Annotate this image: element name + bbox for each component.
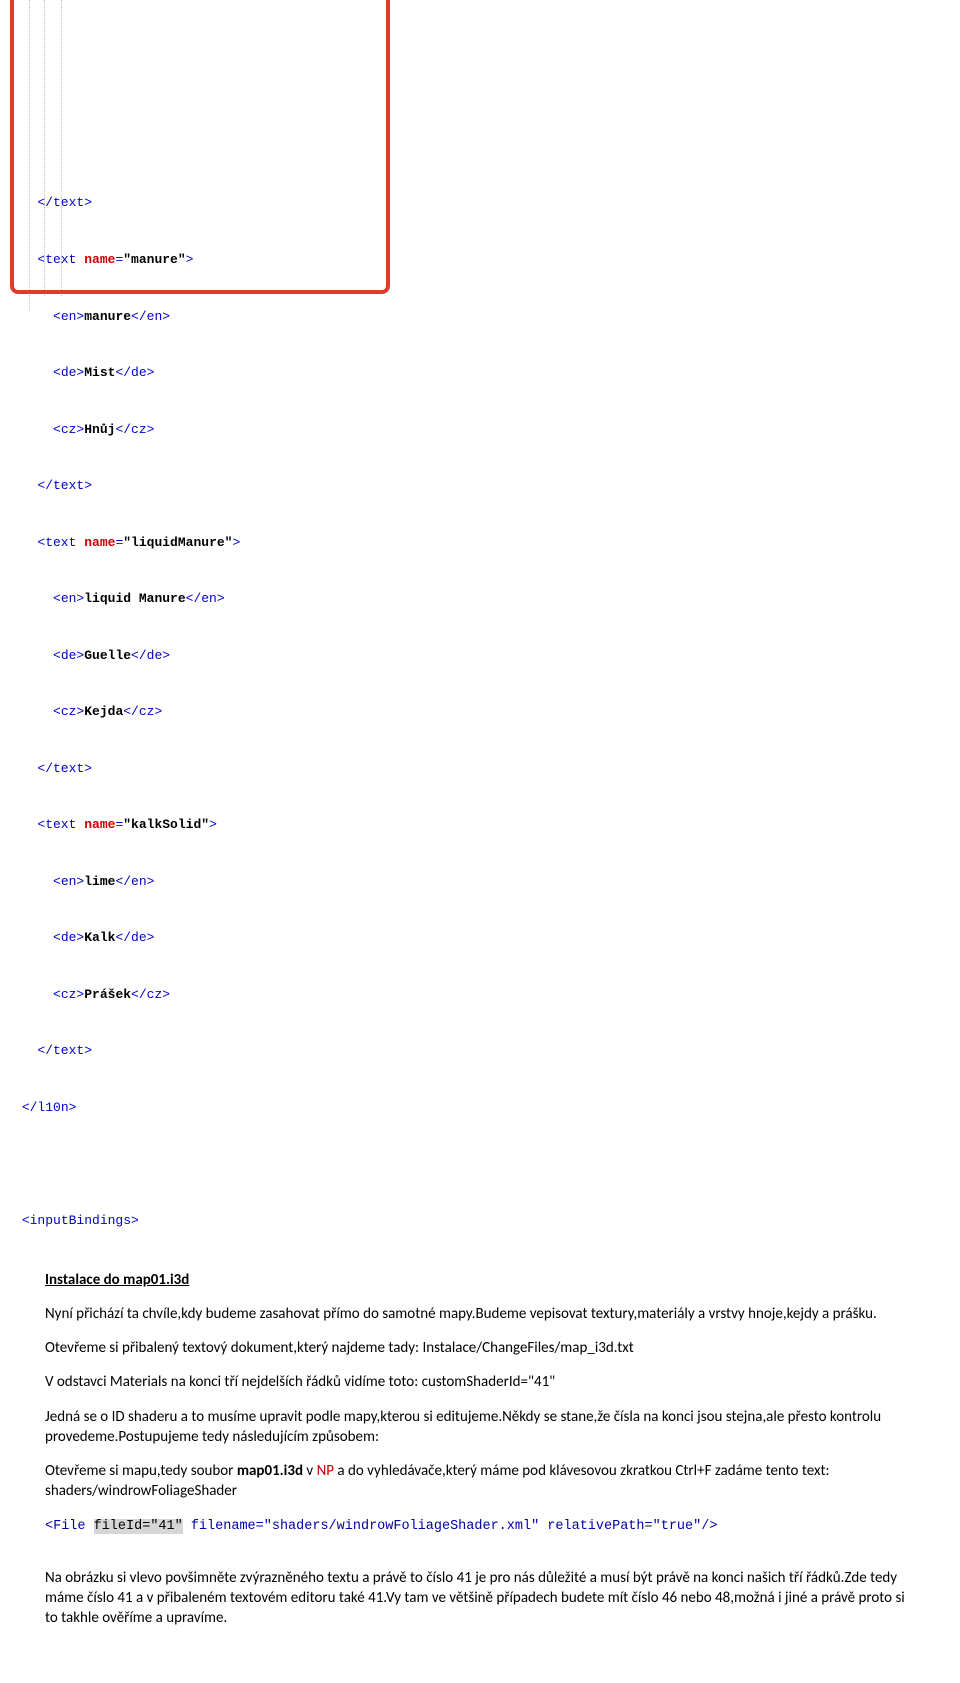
code-line: <de>Kalk</de> — [14, 929, 960, 948]
bold-text: map01.i3d — [237, 1462, 303, 1480]
code-line: </text> — [14, 1042, 960, 1061]
file-line-code: <File fileId="41" filename="shaders/wind… — [45, 1516, 915, 1538]
paragraph: Otevřeme si přibalený textový dokument,k… — [45, 1338, 915, 1358]
highlighted-code: fileId="41" — [94, 1519, 183, 1534]
red-text: NP — [317, 1462, 334, 1480]
code-line: </text> — [14, 477, 960, 496]
code-line: <en>lime</en> — [14, 873, 960, 892]
code-line: <en>manure</en> — [14, 308, 960, 327]
code-line: <de>Mist</de> — [14, 364, 960, 383]
paragraph: Otevřeme si mapu,tedy soubor map01.i3d v… — [45, 1461, 915, 1502]
code-line: <en>liquid Manure</en> — [14, 590, 960, 609]
code-line: </text> — [14, 194, 960, 213]
code-line: <de>Guelle</de> — [14, 647, 960, 666]
section-heading: Instalace do map01.i3d — [45, 1270, 915, 1290]
code-line: <text name="manure"> — [14, 251, 960, 270]
paragraph: V odstavci Materials na konci tří nejdel… — [45, 1372, 915, 1392]
article-body: Instalace do map01.i3d Nyní přichází ta … — [0, 1250, 960, 1683]
code-line: <cz>Prášek</cz> — [14, 986, 960, 1005]
code-line: </text> — [14, 760, 960, 779]
paragraph: Nyní přichází ta chvíle,kdy budeme zasah… — [45, 1304, 915, 1324]
highlight-box — [10, 0, 390, 294]
xml-code-block: </text> <text name="manure"> <en>manure<… — [0, 0, 960, 1250]
code-line: <text name="liquidManure"> — [14, 534, 960, 553]
code-line: </l10n> — [14, 1099, 960, 1118]
code-line — [14, 1155, 960, 1174]
code-line: <inputBindings> — [14, 1212, 960, 1231]
code-line: <cz>Kejda</cz> — [14, 703, 960, 722]
paragraph: Jedná se o ID shaderu a to musíme upravi… — [45, 1407, 915, 1448]
code-line: <text name="kalkSolid"> — [14, 816, 960, 835]
code-line: <cz>Hnůj</cz> — [14, 421, 960, 440]
paragraph: Na obrázku si vlevo povšimněte zvýrazněn… — [45, 1568, 915, 1629]
